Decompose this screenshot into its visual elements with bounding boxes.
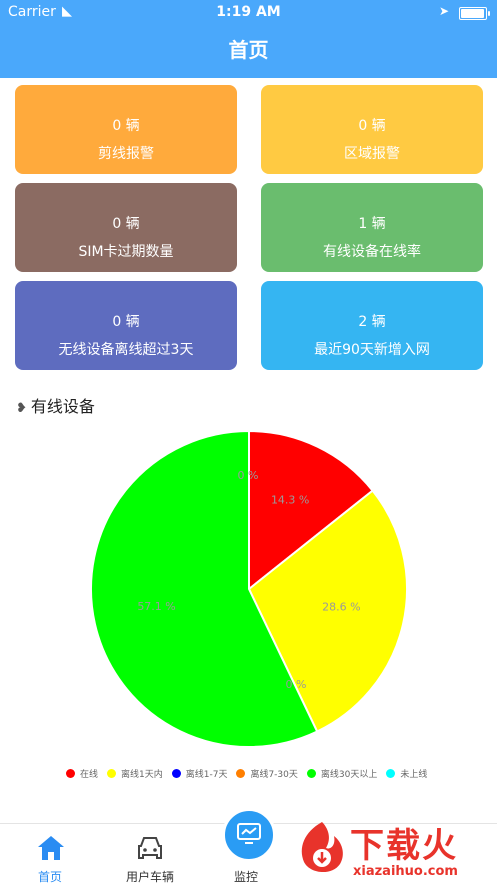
legend-item: 在线 xyxy=(66,767,98,780)
tab-label: 用户车辆 xyxy=(125,870,174,884)
tab-label: 首页 xyxy=(37,870,62,884)
legend-swatch xyxy=(66,769,75,778)
watermark: 下载火 xiazaihuo.com xyxy=(290,816,497,883)
home-icon xyxy=(38,836,64,860)
legend-label: 未上线 xyxy=(400,770,428,780)
legend-item: 离线7-30天 xyxy=(236,767,298,780)
pie-slice-label: 14.3 % xyxy=(271,494,309,507)
legend-swatch xyxy=(107,769,117,778)
pie-slice-label: 0 % xyxy=(238,469,259,482)
pie-slice-label: 57.1 % xyxy=(137,600,175,613)
legend-item: 离线30天以上 xyxy=(306,767,378,780)
legend-swatch xyxy=(386,769,396,778)
watermark-url: xiazaihuo.com xyxy=(353,864,458,879)
legend-swatch xyxy=(171,769,181,778)
tab-label: 监控 xyxy=(233,870,258,884)
legend-item: 离线1-7天 xyxy=(171,767,228,780)
flame-logo-icon xyxy=(301,822,343,873)
legend-label: 离线1-7天 xyxy=(185,770,228,780)
legend-label: 离线1天内 xyxy=(121,770,163,780)
pie-slice-label: 0 % xyxy=(286,678,307,691)
legend-label: 离线30天以上 xyxy=(320,770,378,780)
monitor-center-button[interactable] xyxy=(222,808,276,862)
watermark-text: 下载火 xyxy=(350,826,458,866)
legend-label: 离线7-30天 xyxy=(250,770,298,780)
legend-swatch xyxy=(236,769,246,778)
legend-item: 未上线 xyxy=(386,767,427,780)
tab-user-vehicles[interactable]: 用户车辆 xyxy=(100,824,200,884)
legend-swatch xyxy=(306,769,316,778)
legend-label: 在线 xyxy=(80,770,99,780)
pie-chart: 14.3 % 28.6 % 0 % 0 % 57.1 % xyxy=(90,429,408,748)
chart-legend: 在线 离线1天内 离线1-7天 离线7-30天 离线30天以上 未上线 xyxy=(66,767,438,783)
monitor-icon xyxy=(237,823,261,844)
car-icon xyxy=(138,837,162,859)
tab-home[interactable]: 首页 xyxy=(0,824,100,884)
legend-item: 离线1天内 xyxy=(107,767,163,780)
pie-slice-label: 28.6 % xyxy=(322,600,360,613)
